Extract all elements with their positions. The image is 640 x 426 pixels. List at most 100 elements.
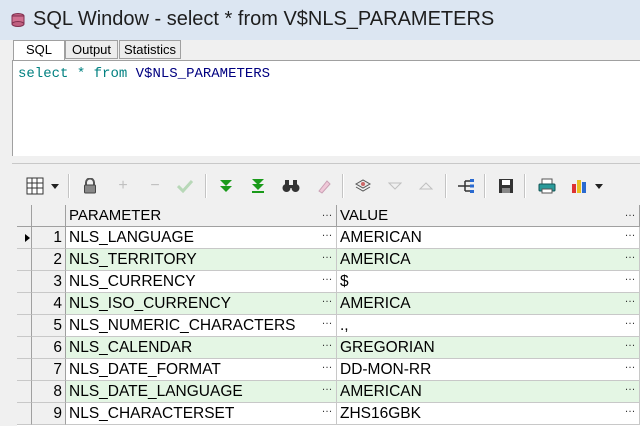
previous-record-icon[interactable] [385,176,405,196]
title-bar: SQL Window - select * from V$NLS_PARAMET… [0,0,640,40]
cell-ellipsis-button[interactable]: … [320,403,334,425]
cell-ellipsis-button[interactable]: … [320,381,334,403]
next-record-icon[interactable] [416,176,436,196]
column-header-ellipsis-button[interactable]: … [320,205,334,227]
save-icon[interactable] [496,176,516,196]
cell-ellipsis-button[interactable]: … [320,337,334,359]
column-header-parameter[interactable]: PARAMETER [66,205,337,227]
parameter-cell[interactable]: NLS_CALENDAR [66,337,337,359]
row-number: 6 [32,337,66,359]
value-cell-text: AMERICAN [340,229,422,246]
parameter-cell[interactable]: NLS_ISO_CURRENCY [66,293,337,315]
tab-statistics[interactable]: Statistics [119,40,181,59]
insert-record-icon[interactable]: + [113,176,133,196]
cell-ellipsis-button[interactable]: … [623,381,637,403]
grid-toolbar: + − [12,168,640,204]
parameter-cell[interactable]: NLS_CURRENCY [66,271,337,293]
value-cell-text: AMERICA [340,295,411,312]
table-row[interactable]: 7 NLS_DATE_FORMAT… DD-MON-RR… [17,359,640,381]
value-cell[interactable]: AMERICA [337,249,640,271]
pane-splitter[interactable] [12,156,640,164]
cell-ellipsis-button[interactable]: … [623,293,637,315]
value-cell[interactable]: AMERICAN [337,227,640,249]
column-header-value-label: VALUE [340,207,389,224]
column-header-value[interactable]: VALUE [337,205,640,227]
cell-ellipsis-button[interactable]: … [623,315,637,337]
row-indicator [17,403,32,425]
value-cell[interactable]: DD-MON-RR [337,359,640,381]
parameter-cell[interactable]: NLS_DATE_LANGUAGE [66,381,337,403]
cell-ellipsis-button[interactable]: … [320,293,334,315]
cell-ellipsis-button[interactable]: … [320,227,334,249]
row-indicator [17,271,32,293]
row-number: 1 [32,227,66,249]
cell-ellipsis-button[interactable]: … [320,249,334,271]
row-indicator [17,359,32,381]
row-number: 9 [32,403,66,425]
table-row[interactable]: 3 NLS_CURRENCY… $… [17,271,640,293]
value-cell[interactable]: $ [337,271,640,293]
table-row[interactable]: 2 NLS_TERRITORY… AMERICA… [17,249,640,271]
cell-ellipsis-button[interactable]: … [623,337,637,359]
dropdown-arrow-icon[interactable] [594,176,604,196]
row-indicator [17,293,32,315]
current-row-arrow-icon [25,234,30,242]
find-icon[interactable] [281,176,301,196]
sql-keyword-from: from [93,66,128,82]
parameter-cell[interactable]: NLS_TERRITORY [66,249,337,271]
value-cell[interactable]: ZHS16GBK [337,403,640,425]
parameter-cell[interactable]: NLS_CHARACTERSET [66,403,337,425]
cell-ellipsis-button[interactable]: … [623,227,637,249]
cell-ellipsis-button[interactable]: … [623,271,637,293]
column-header-ellipsis-button[interactable]: … [623,205,637,227]
cell-ellipsis-button[interactable]: … [623,403,637,425]
parameter-cell[interactable]: NLS_DATE_FORMAT [66,359,337,381]
value-cell[interactable]: GREGORIAN [337,337,640,359]
parameter-cell[interactable]: NLS_LANGUAGE [66,227,337,249]
value-cell-text: AMERICA [340,251,411,268]
sql-editor[interactable]: select * from V$NLS_PARAMETERS [12,60,640,156]
tab-strip: SQL Output Statistics [0,40,640,61]
value-cell[interactable]: ., [337,315,640,337]
dropdown-arrow-icon[interactable] [50,176,60,196]
grid-icon[interactable] [25,176,45,196]
cell-ellipsis-button[interactable]: … [320,359,334,381]
table-row[interactable]: 8 NLS_DATE_LANGUAGE … AMERICAN… [17,381,640,403]
delete-record-icon[interactable]: − [145,176,165,196]
table-row[interactable]: 6 NLS_CALENDAR… GREGORIAN… [17,337,640,359]
row-number: 8 [32,381,66,403]
cell-ellipsis-button[interactable]: … [320,315,334,337]
cell-ellipsis-button[interactable]: … [320,271,334,293]
toolbar-separator [445,174,447,198]
table-row[interactable]: 1 NLS_LANGUAGE… AMERICAN… [17,227,640,249]
parameter-cell-text: NLS_CURRENCY [69,273,196,290]
query-by-example-icon[interactable] [353,176,373,196]
toolbar-separator [524,174,526,198]
sql-keyword-select: select [18,66,69,82]
table-row[interactable]: 4 NLS_ISO_CURRENCY… AMERICA… [17,293,640,315]
tab-output[interactable]: Output [65,40,118,59]
value-cell[interactable]: AMERICA [337,293,640,315]
print-icon[interactable] [537,176,557,196]
chart-icon[interactable] [570,176,590,196]
cell-ellipsis-button[interactable]: … [623,359,637,381]
window-title: SQL Window - select * from V$NLS_PARAMET… [33,8,495,30]
table-row[interactable]: 9 NLS_CHARACTERSET … ZHS16GBK … [17,403,640,425]
table-row[interactable]: 5 NLS_NUMERIC_CHARACTERS….,… [17,315,640,337]
post-changes-icon[interactable] [175,176,195,196]
parameter-cell-text: NLS_CHARACTERSET [69,405,235,422]
tab-sql[interactable]: SQL [13,40,65,61]
fetch-next-icon[interactable] [216,176,236,196]
export-icon[interactable] [456,176,476,196]
value-cell[interactable]: AMERICAN [337,381,640,403]
clear-record-icon[interactable] [314,176,334,196]
parameter-cell[interactable]: NLS_NUMERIC_CHARACTERS [66,315,337,337]
parameter-cell-text: NLS_DATE_LANGUAGE [69,383,243,400]
row-indicator [17,381,32,403]
fetch-last-icon[interactable] [248,176,268,196]
database-window-icon [11,13,25,27]
cell-ellipsis-button[interactable]: … [623,249,637,271]
results-grid: PARAMETER VALUE 1 NLS_LANGUAGE… AMERICAN… 2… [17,205,640,426]
value-cell-text: ZHS16GBK [340,405,421,422]
lock-icon[interactable] [80,176,100,196]
